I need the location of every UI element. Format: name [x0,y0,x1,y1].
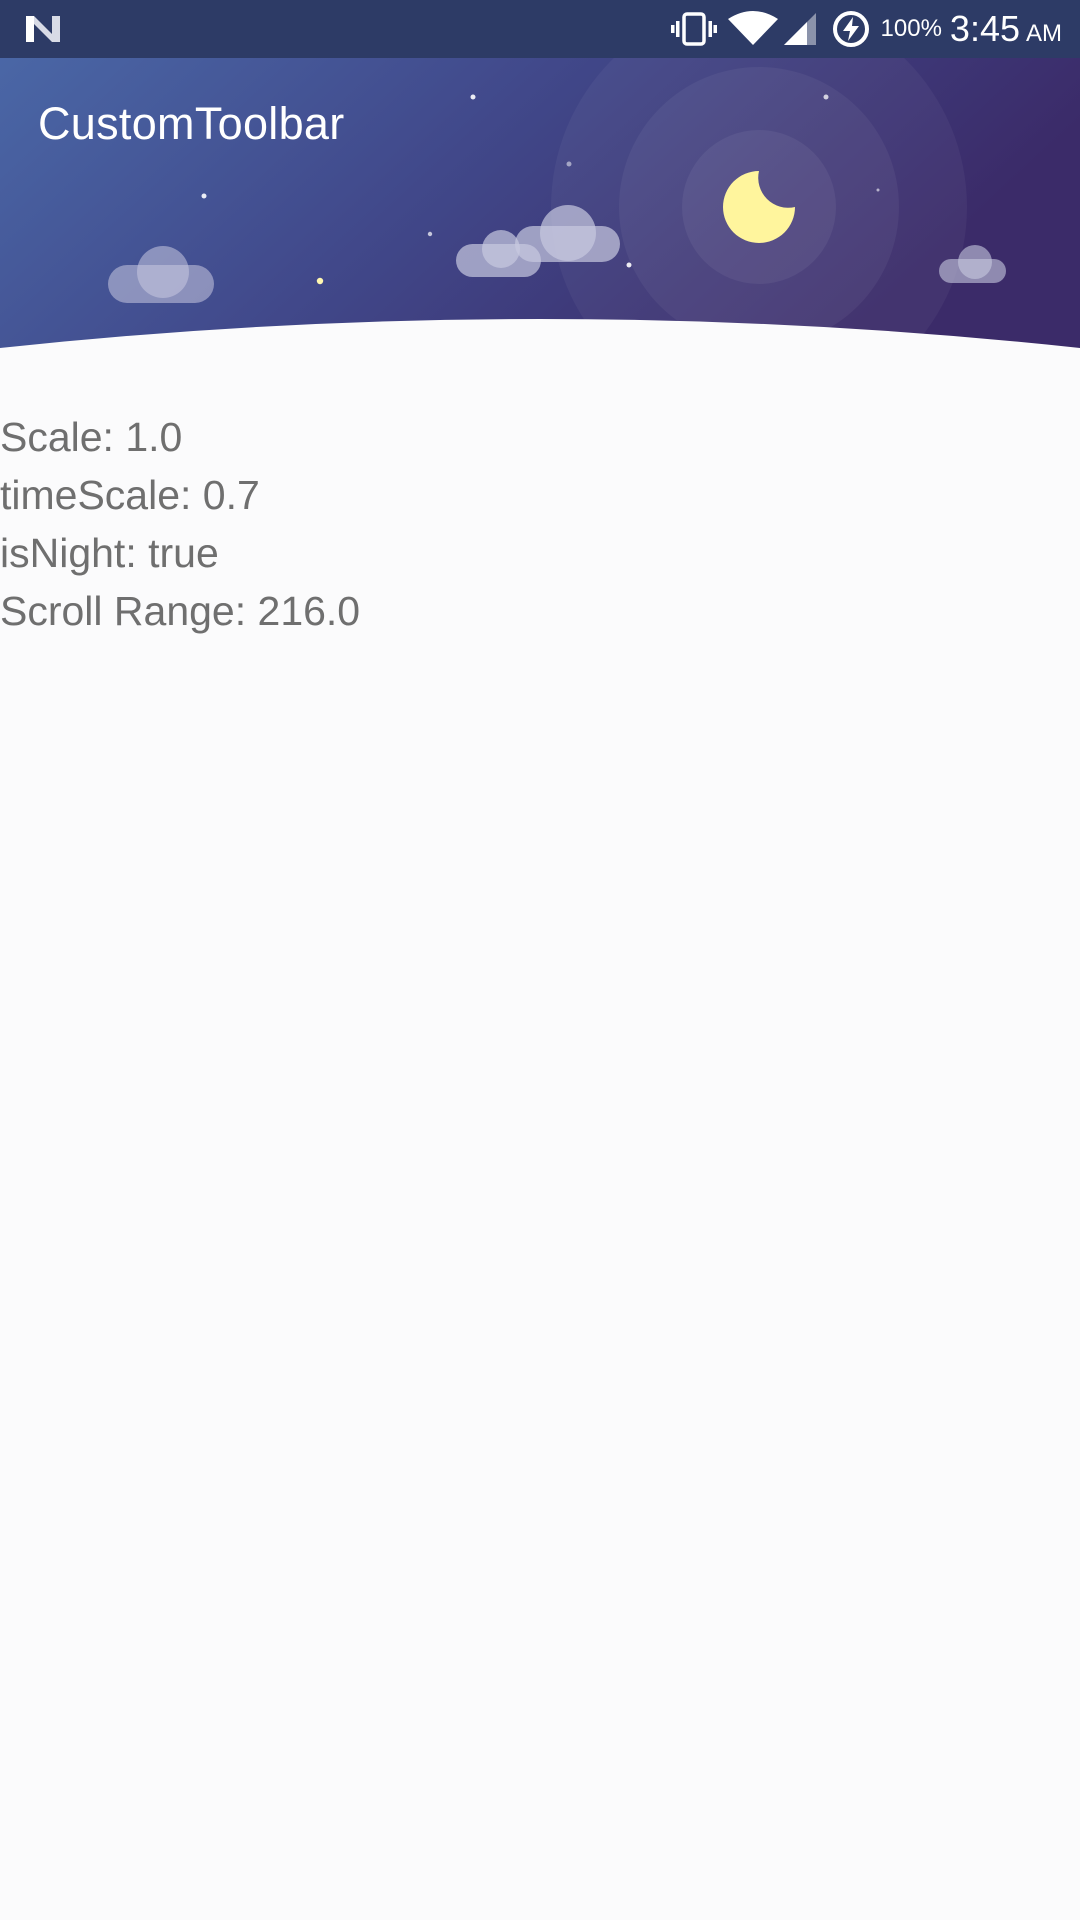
battery-percent: 100% [880,15,942,42]
scroll-range-text: Scroll Range: 216.0 [0,588,361,634]
wifi-icon [727,11,778,45]
star-icon [427,231,433,237]
toolbar-title: CustomToolbar [38,98,345,149]
vibrate-icon [670,12,717,46]
status-time: 3:45 [949,8,1020,49]
n-logo-icon [26,16,60,42]
is-night-text: isNight: true [0,530,219,576]
battery-charging-icon [832,11,869,47]
star-icon [876,188,880,192]
status-icons: 100% 3:45 AM [670,0,1062,58]
star-icon [201,193,207,199]
signal-icon [783,13,816,45]
status-bar: 100% 3:45 AM [0,0,1080,58]
star-icon [566,161,572,167]
star-icon [823,94,829,100]
info-list: Scale: 1.0 timeScale: 0.7 isNight: true … [0,408,360,640]
star-icon [626,262,632,268]
scale-text: Scale: 1.0 [0,414,183,460]
time-scale-text: timeScale: 0.7 [0,472,260,518]
star-icon [316,277,324,285]
star-icon [470,94,476,100]
status-ampm: AM [1026,20,1062,47]
